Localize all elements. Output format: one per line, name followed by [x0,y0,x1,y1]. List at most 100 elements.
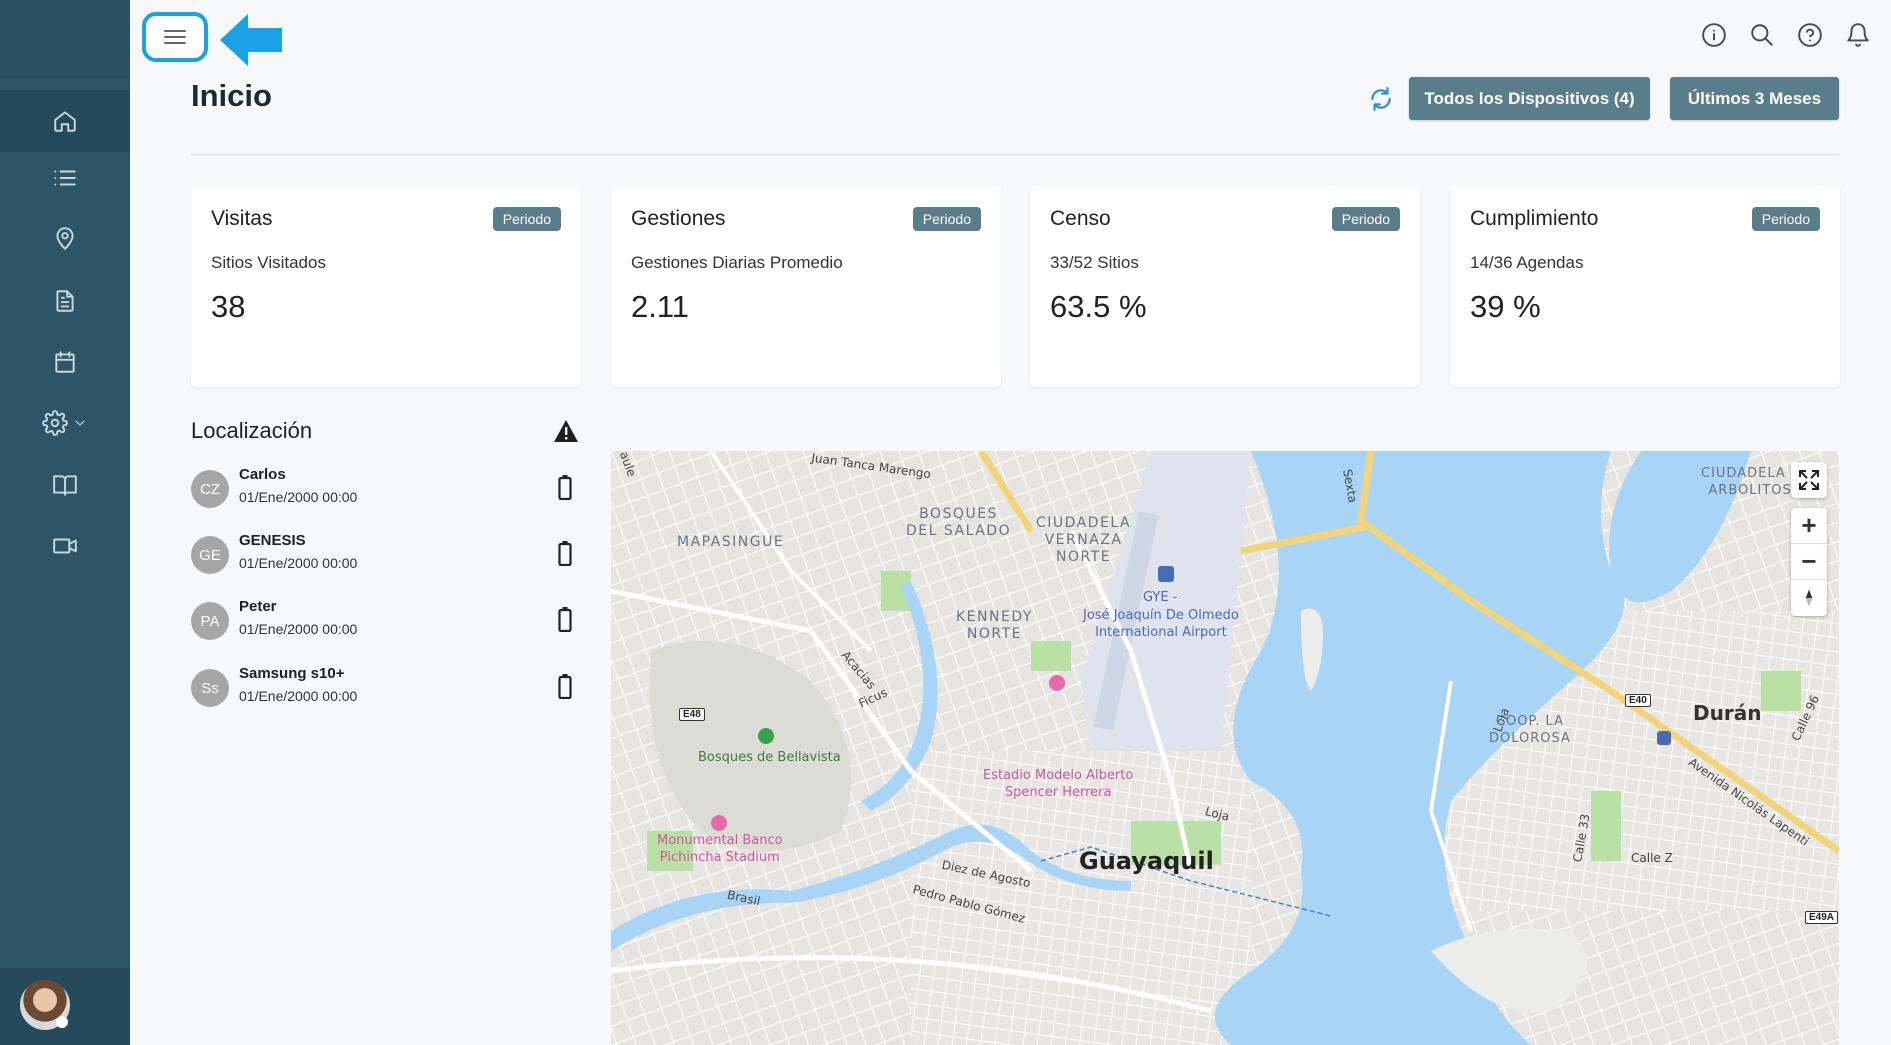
map-label-town: Durán [1693,701,1762,725]
card-subtitle: 14/36 Agendas [1470,253,1584,272]
card-title: Cumplimiento [1470,207,1599,230]
device-avatar: Ss [191,669,229,707]
card-subtitle: Sitios Visitados [211,253,326,272]
zoom-out-button[interactable]: − [1791,544,1827,580]
device-name: Carlos [239,466,286,483]
book-icon [53,475,77,496]
refresh-button[interactable] [1368,86,1394,112]
device-row[interactable]: PA Peter 01/Ene/2000 00:00 [191,598,581,654]
period-badge: Periodo [492,207,561,231]
warning-icon[interactable] [553,419,579,443]
kpi-card-gestiones: Gestiones Periodo Gestiones Diarias Prom… [611,185,1001,387]
card-subtitle: 33/52 Sitios [1050,253,1139,272]
period-badge: Periodo [1751,207,1820,231]
bell-icon [1847,23,1869,47]
topbar-actions [1701,22,1871,48]
devices-filter-button[interactable]: Todos los Dispositivos (4) [1409,77,1650,120]
menu-toggle-button[interactable] [142,12,208,62]
map-label-district: KENNEDY NORTE [956,609,1033,642]
device-row[interactable]: CZ Carlos 01/Ene/2000 00:00 [191,466,581,522]
device-avatar: GE [191,536,229,574]
card-subtitle: Gestiones Diarias Promedio [631,253,843,272]
map-label-stadium: Monumental Banco Pichincha Stadium [657,833,783,865]
device-avatar: PA [191,602,229,640]
hamburger-icon [164,30,186,44]
fullscreen-icon [1799,470,1819,490]
card-value: 39 % [1470,289,1541,324]
card-value: 38 [211,289,246,324]
sidebar-item-settings[interactable] [0,393,130,453]
sidebar-item-video[interactable] [0,516,130,576]
map-label-district: BOSQUES DEL SALADO [906,506,1012,539]
map-label-city: Guayaquil [1079,847,1214,875]
sidebar-item-manual[interactable] [0,455,130,515]
info-button[interactable] [1701,22,1727,48]
map-label-stadium: Estadio Modelo Alberto Spencer Herrera [983,768,1134,800]
zoom-in-button[interactable]: + [1791,508,1827,544]
help-button[interactable] [1797,22,1823,48]
road-shield: E48 [679,708,705,721]
video-icon [53,538,77,554]
sidebar-item-home[interactable] [0,91,130,151]
battery-icon [558,607,572,632]
user-status-dot [56,1016,68,1028]
device-time: 01/Ene/2000 00:00 [239,688,358,704]
map-label-district: COOP. LA DOLOROSA [1489,714,1571,746]
search-icon [1751,24,1773,46]
map-fullscreen-button[interactable] [1791,462,1827,498]
location-title: Localización [191,418,313,443]
period-filter-button[interactable]: Últimos 3 Meses [1670,77,1839,120]
gear-icon [42,410,68,436]
card-value: 63.5 % [1050,289,1147,324]
kpi-card-visitas: Visitas Periodo Sitios Visitados 38 [191,185,581,387]
sidebar-item-list[interactable] [0,148,130,208]
device-time: 01/Ene/2000 00:00 [239,555,358,571]
compass-icon [1805,589,1813,607]
battery-icon [558,475,572,500]
period-badge: Periodo [912,207,981,231]
map-label-airport: José Joaquín De Olmedo International Air… [1083,608,1239,640]
annotation-arrow-icon [220,14,282,66]
info-icon [1702,23,1726,47]
calendar-icon [55,351,75,373]
device-row[interactable]: GE GENESIS 01/Ene/2000 00:00 [191,532,581,588]
refresh-icon [1371,87,1391,111]
card-title: Gestiones [631,207,726,230]
sidebar [0,0,130,1045]
map-label-airport-code: GYE - [1143,590,1178,605]
sidebar-item-locations[interactable] [0,209,130,269]
map-canvas[interactable] [611,451,1839,1045]
map-label-district: MAPASINGUE [677,534,785,550]
location-pin-icon [56,227,74,250]
card-value: 2.11 [631,289,690,324]
kpi-card-cumplimiento: Cumplimiento Periodo 14/36 Agendas 39 % [1450,185,1840,387]
map-label-district: CIUDADELA L ARBOLITOS [1701,466,1798,498]
battery-icon [558,674,572,699]
help-icon [1798,23,1822,47]
document-icon [56,290,74,312]
sidebar-item-documents[interactable] [0,271,130,331]
location-map[interactable]: Juan Tanca Marengo aule MAPASINGUE BOSQU… [611,451,1839,1045]
sidebar-item-calendar[interactable] [0,332,130,392]
device-row[interactable]: Ss Samsung s10+ 01/Ene/2000 00:00 [191,665,581,721]
home-icon [54,111,76,132]
compass-button[interactable] [1791,580,1827,616]
page-title: Inicio [191,78,272,113]
road-shield: E49A [1805,911,1839,924]
device-name: GENESIS [239,532,306,549]
notifications-button[interactable] [1845,22,1871,48]
header-divider [191,154,1839,155]
period-badge: Periodo [1331,207,1400,231]
device-time: 01/Ene/2000 00:00 [239,489,358,505]
map-label-district: CIUDADELA VERNAZA NORTE [1036,515,1132,565]
device-name: Peter [239,598,277,615]
sidebar-logo-area [0,0,130,78]
kpi-card-censo: Censo Periodo 33/52 Sitios 63.5 % [1030,185,1420,387]
map-label-park: Bosques de Bellavista [698,750,841,765]
chevron-down-icon [75,420,85,426]
device-time: 01/Ene/2000 00:00 [239,621,358,637]
search-button[interactable] [1749,22,1775,48]
battery-icon [558,541,572,566]
map-zoom-controls: + − [1791,508,1827,616]
card-title: Visitas [211,207,273,230]
